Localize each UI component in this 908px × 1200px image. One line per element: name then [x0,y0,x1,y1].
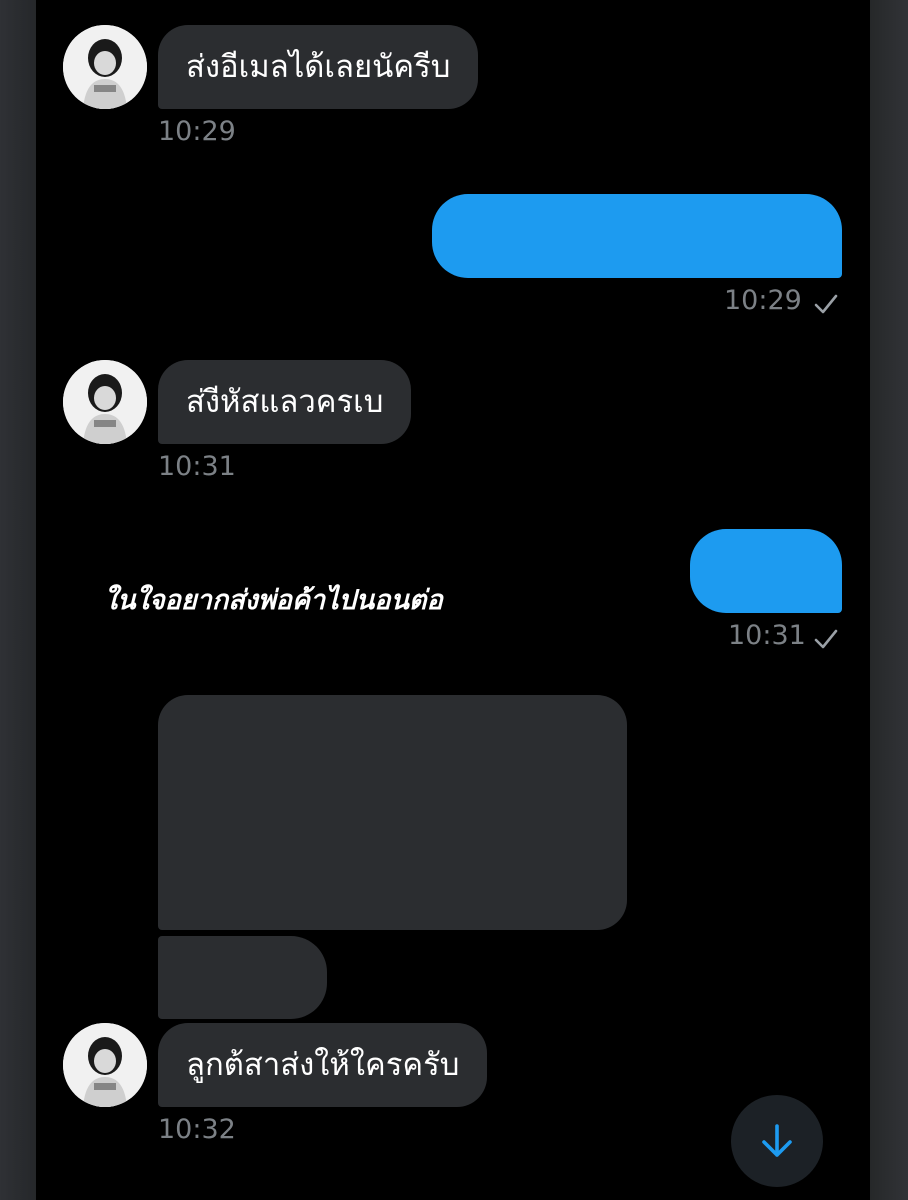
message-text: ส่งีหัสแลวครเบ [186,384,384,420]
scroll-to-bottom-button[interactable] [731,1095,823,1187]
chat-screen[interactable]: ส่งอีเมลได้เลยนัครีบ 10:29 10:29 ส่งีหัส… [36,0,870,1200]
message-text: ส่งอีเมลได้เลยนัครีบ [186,49,451,85]
check-icon [814,294,838,314]
sent-message-bubble[interactable] [432,194,842,278]
avatar-image [63,25,147,109]
avatar-image [63,1023,147,1107]
redacted-message-bubble[interactable] [158,695,627,930]
avatar[interactable] [63,360,147,444]
sent-message-bubble[interactable] [690,529,842,613]
avatar[interactable] [63,25,147,109]
overlay-caption: ในใจอยากส่งพ่อค้าไปนอนต่อ [104,585,443,616]
message-timestamp: 10:29 [724,285,802,316]
avatar[interactable] [63,1023,147,1107]
message-timestamp: 10:31 [158,451,236,482]
message-timestamp: 10:31 [728,620,806,651]
message-bubble[interactable]: ส่งีหัสแลวครเบ [158,360,412,444]
arrow-down-icon [762,1124,792,1157]
message-timestamp: 10:32 [158,1114,236,1145]
message-bubble[interactable]: ส่งอีเมลได้เลยนัครีบ [158,25,479,109]
phone-frame-left [0,0,36,1200]
phone-frame-right [870,0,908,1200]
message-bubble[interactable]: ลูกต้สาส่งให้ใครครับ [158,1023,488,1107]
message-timestamp: 10:29 [158,116,236,147]
check-icon [814,629,838,649]
avatar-image [63,360,147,444]
redacted-message-bubble[interactable] [158,936,327,1019]
message-text: ลูกต้สาส่งให้ใครครับ [186,1047,460,1083]
